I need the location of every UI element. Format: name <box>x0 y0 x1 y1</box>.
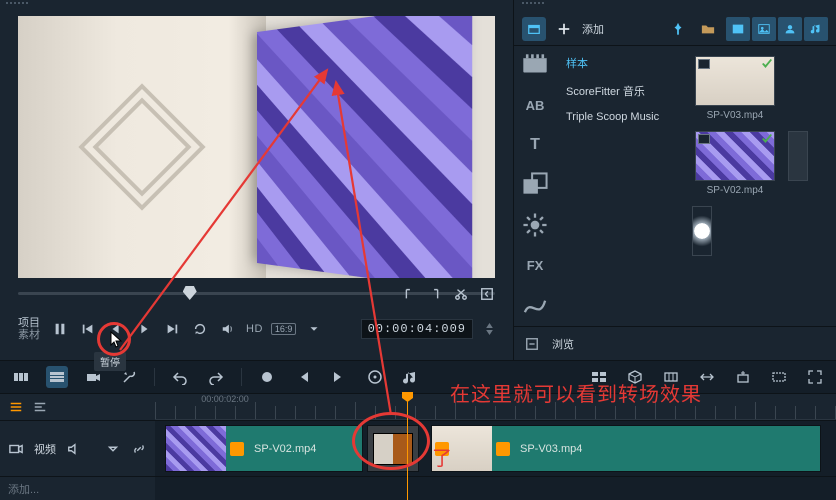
library-panel: 添加 AB T FX <box>514 0 836 360</box>
library-folder-item[interactable]: 样本 <box>564 52 680 74</box>
track-list-icon[interactable] <box>8 399 24 415</box>
disc-button[interactable] <box>364 366 386 388</box>
playhead[interactable] <box>407 394 408 500</box>
transport-bar: 项目 素材 HD 16:9 00:00:04:009 <box>18 314 495 344</box>
mode-clip-label[interactable]: 素材 <box>18 329 40 341</box>
scrub-bar[interactable] <box>18 286 495 310</box>
mark-in-icon[interactable] <box>401 286 417 302</box>
transition-clip[interactable] <box>367 425 419 472</box>
cat-path-icon[interactable] <box>522 294 548 316</box>
timecode-down-icon[interactable] <box>483 329 495 336</box>
multicam-button[interactable] <box>588 366 610 388</box>
folder-add-button[interactable] <box>696 17 720 41</box>
preview-panel: 项目 素材 HD 16:9 00:00:04:009 <box>0 0 514 360</box>
track-chevron-icon[interactable] <box>105 441 121 457</box>
browse-label[interactable]: 浏览 <box>552 336 574 352</box>
library-thumb[interactable]: SP-V02.mp4 <box>692 131 778 196</box>
expand-panel-icon[interactable] <box>524 336 540 352</box>
pause-button[interactable] <box>50 319 70 339</box>
aspect-ratio-label[interactable]: 16:9 <box>271 323 297 335</box>
add-label: 添加 <box>582 21 604 37</box>
timeline-clip[interactable]: SP-V03.mp4 <box>431 425 821 472</box>
marker-prev-button[interactable] <box>292 366 314 388</box>
timeline-view-button[interactable] <box>46 366 68 388</box>
import-button[interactable] <box>522 17 546 41</box>
view-media-button[interactable] <box>726 17 750 41</box>
view-audio-button[interactable] <box>804 17 828 41</box>
cat-overlay-icon[interactable] <box>522 174 548 196</box>
fullscreen-button[interactable] <box>804 366 826 388</box>
cat-fx-icon[interactable]: FX <box>522 254 548 276</box>
redo-button[interactable] <box>205 366 227 388</box>
record-button[interactable] <box>256 366 278 388</box>
panel-grip[interactable] <box>0 0 513 12</box>
library-thumb[interactable]: SP-V03.mp4 <box>692 56 778 121</box>
go-end-button[interactable] <box>162 319 182 339</box>
video-track-lane[interactable]: SP-V02.mp4 SP-V03.mp4 <box>155 421 836 476</box>
audio-tool-button[interactable] <box>400 366 422 388</box>
view-photo-button[interactable] <box>752 17 776 41</box>
timecode-up-icon[interactable] <box>483 322 495 329</box>
view-person-button[interactable] <box>778 17 802 41</box>
timeline-panel: 00:00:02:00 视频 SP-V02.mp4 SP-V03.mp4 添加..… <box>0 394 836 500</box>
undo-button[interactable] <box>169 366 191 388</box>
thumb-label: SP-V02.mp4 <box>707 185 764 196</box>
library-bottom-bar: 浏览 <box>514 326 836 360</box>
timecode-display[interactable]: 00:00:04:009 <box>361 319 473 339</box>
go-start-button[interactable] <box>78 319 98 339</box>
clip-name: SP-V02.mp4 <box>254 443 316 455</box>
mark-out-icon[interactable] <box>427 286 443 302</box>
3d-button[interactable] <box>624 366 646 388</box>
video-track-label: 视频 <box>34 441 56 457</box>
ripple-button[interactable] <box>660 366 682 388</box>
library-folder-item[interactable]: ScoreFitter 音乐 <box>564 80 680 102</box>
scroll-button[interactable] <box>696 366 718 388</box>
marker-next-button[interactable] <box>328 366 350 388</box>
track-mute-icon[interactable] <box>66 441 82 457</box>
zoom-fit-button[interactable] <box>768 366 790 388</box>
mode-project-label[interactable]: 项目 <box>18 317 40 329</box>
cat-media-icon[interactable] <box>522 54 548 76</box>
library-category-rail: AB T FX <box>514 46 556 326</box>
clip-name: SP-V03.mp4 <box>520 443 582 455</box>
video-track: 视频 SP-V02.mp4 SP-V03.mp4 <box>0 420 836 476</box>
cat-transition-icon[interactable]: AB <box>522 94 548 116</box>
timeline-ruler-row: 00:00:02:00 <box>0 394 836 420</box>
cat-settings-icon[interactable] <box>522 214 548 236</box>
loop-button[interactable] <box>190 319 210 339</box>
track-expand-icon[interactable] <box>32 399 48 415</box>
panel-grip[interactable] <box>514 0 836 12</box>
timeline-toolbar: 暂停 <box>0 360 836 394</box>
split-icon[interactable] <box>453 286 469 302</box>
ratio-dropdown-icon[interactable] <box>304 319 324 339</box>
library-toolbar: 添加 <box>514 12 836 46</box>
library-thumbnail-grid: SP-V03.mp4 SP-V02.mp4 <box>688 46 836 326</box>
pause-tooltip: 暂停 <box>94 352 126 371</box>
add-track-row: 添加... <box>0 476 836 500</box>
timeline-ruler[interactable]: 00:00:02:00 <box>155 394 836 420</box>
storyboard-view-button[interactable] <box>10 366 32 388</box>
timeline-clip[interactable]: SP-V02.mp4 <box>165 425 363 472</box>
library-folder-list: 样本 ScoreFitter 音乐 Triple Scoop Music <box>556 46 688 326</box>
prev-frame-button[interactable] <box>106 319 126 339</box>
add-track-label[interactable]: 添加... <box>8 481 39 497</box>
video-track-icon[interactable] <box>8 441 24 457</box>
hd-label[interactable]: HD <box>246 323 263 335</box>
add-button[interactable] <box>552 17 576 41</box>
library-folder-item[interactable]: Triple Scoop Music <box>564 108 680 126</box>
scrub-handle[interactable] <box>183 286 197 300</box>
pin-button[interactable] <box>666 17 690 41</box>
cat-title-icon[interactable]: T <box>522 134 548 156</box>
expand-icon[interactable] <box>479 286 495 302</box>
next-frame-button[interactable] <box>134 319 154 339</box>
volume-button[interactable] <box>218 319 238 339</box>
preview-viewport[interactable] <box>18 16 495 278</box>
track-height-button[interactable] <box>732 366 754 388</box>
track-link-icon[interactable] <box>131 441 147 457</box>
thumb-label: SP-V03.mp4 <box>707 110 764 121</box>
